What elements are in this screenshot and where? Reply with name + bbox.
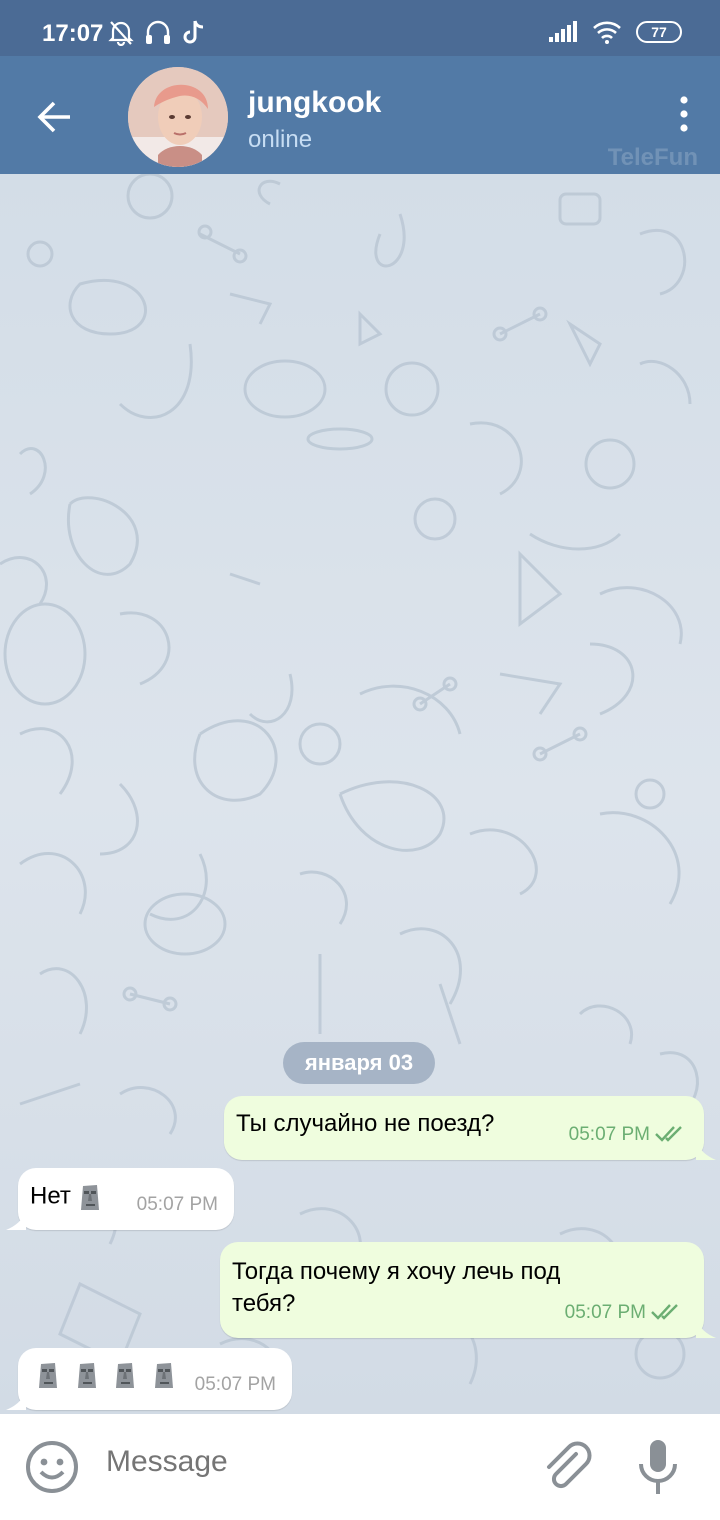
emoji-icon[interactable]	[24, 1439, 80, 1495]
avatar-photo	[128, 67, 228, 167]
double-check-icon	[655, 1126, 682, 1142]
moai-emoji	[77, 1363, 96, 1388]
message-time: 05:07 PM	[194, 1374, 276, 1395]
bubble-tail	[696, 1142, 716, 1160]
moai-emoji	[116, 1363, 135, 1388]
avatar[interactable]	[128, 67, 228, 167]
status-icons-right: 77	[548, 20, 682, 44]
message-text: Ты случайно не поезд?	[236, 1110, 495, 1137]
status-time: 17:07	[42, 20, 104, 47]
signal-icon	[549, 21, 577, 42]
message-time: 05:07 PM	[136, 1194, 218, 1215]
moai-emoji	[155, 1363, 174, 1388]
message-outgoing[interactable]: Ты случайно не поезд? 05:07 PM	[224, 1096, 716, 1160]
message-incoming[interactable]: Нет 05:07 PM	[6, 1168, 234, 1230]
contact-name[interactable]: jungkook	[248, 86, 381, 120]
wifi-icon	[593, 21, 621, 44]
more-vert-icon[interactable]	[674, 94, 694, 134]
paperclip-icon[interactable]	[538, 1438, 594, 1494]
status-icons-left	[108, 18, 206, 46]
watermark: TeleFun	[607, 144, 698, 171]
message-incoming[interactable]: 05:07 PM	[6, 1348, 292, 1410]
microphone-icon[interactable]	[636, 1438, 680, 1496]
emoji-row	[36, 1360, 176, 1388]
bubble-tail	[6, 1392, 26, 1410]
moai-emoji	[39, 1363, 57, 1388]
bubble-tail	[696, 1320, 716, 1338]
contact-status: online	[248, 126, 313, 153]
chat-area[interactable]: января 03 Ты случайно не поезд? 05:07 PM…	[0, 174, 720, 1414]
message-time: 05:07 PM	[564, 1302, 646, 1323]
tiktok-icon	[183, 20, 204, 44]
battery-icon: 77	[636, 21, 682, 43]
bubble-tail	[6, 1212, 26, 1230]
date-divider: января 03	[283, 1042, 435, 1084]
chat-header: jungkook online TeleFun	[0, 56, 720, 174]
double-check-icon	[651, 1304, 678, 1320]
bell-off-icon	[108, 21, 134, 46]
message-outgoing[interactable]: Тогда почему я хочу лечь под тебя? 05:07…	[220, 1242, 716, 1338]
status-bar: 17:07 77	[0, 0, 720, 56]
message-composer	[0, 1414, 720, 1520]
message-time: 05:07 PM	[568, 1124, 650, 1145]
message-text-line-1: Тогда почему я хочу лечь под	[232, 1258, 561, 1285]
message-text: Нет	[30, 1182, 71, 1210]
back-arrow-icon[interactable]	[30, 92, 80, 142]
message-input[interactable]	[104, 1444, 488, 1480]
headphones-icon	[146, 20, 170, 44]
moai-emoji	[80, 1185, 99, 1210]
